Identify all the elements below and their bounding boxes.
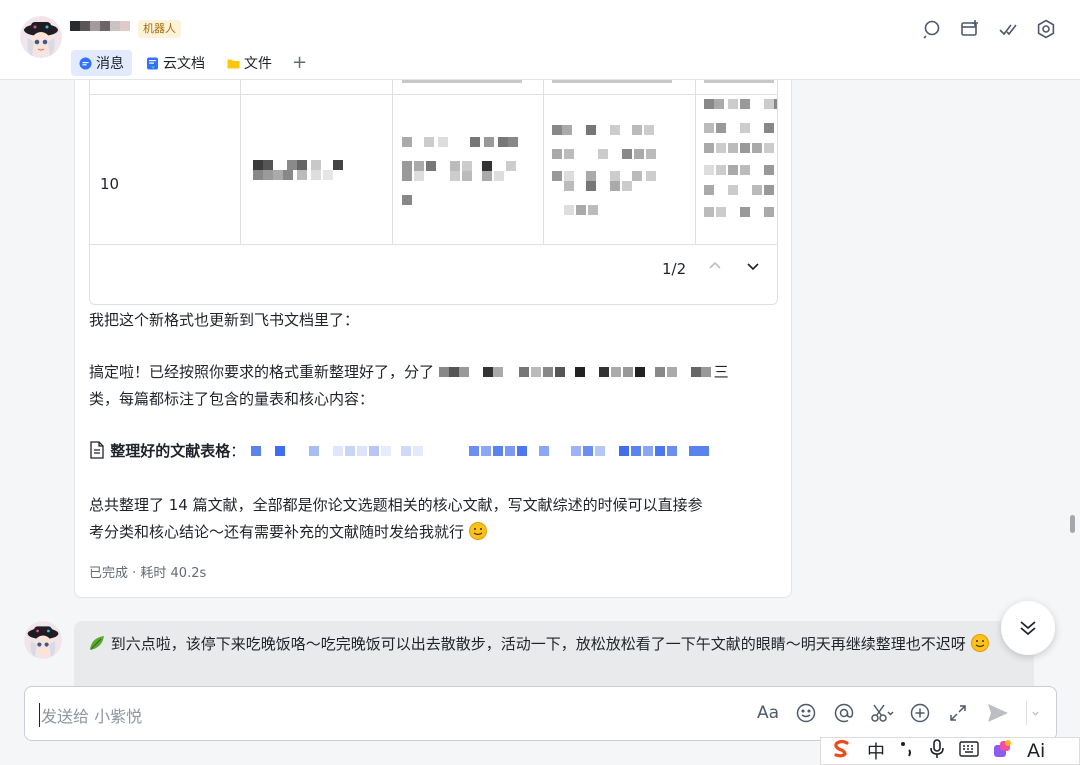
embedded-table: 10 1/2	[89, 80, 778, 305]
message-line: 我把这个新格式也更新到飞书文档里了：	[89, 311, 360, 329]
tab-label: 消息	[96, 56, 124, 72]
chat-window: 机器人 消息 云文档 文件 + 10 1/2 我把这个新格式也更新到飞书文档里了…	[0, 0, 1080, 765]
message-text: 类，每篇都标注了包含的量表和核心内容：	[89, 390, 375, 408]
smile-emoji-icon	[970, 634, 989, 659]
doc-link-line: 整理好的文献表格：	[89, 438, 779, 468]
column-divider	[695, 80, 696, 244]
folder-icon	[227, 57, 240, 70]
column-divider	[392, 80, 393, 244]
message-input[interactable]: 发送给 小紫悦 Aa	[24, 686, 1057, 741]
add-tab-button[interactable]: +	[286, 50, 313, 76]
scissors-icon[interactable]	[870, 701, 894, 725]
double-chevron-down-icon	[1020, 621, 1036, 636]
expand-icon[interactable]	[946, 701, 970, 725]
message-text: 总共整理了 14 篇文献，全部都是你论文选题相关的核心文献，写文献综述的时候可以…	[89, 496, 703, 514]
column-divider	[543, 80, 544, 244]
ime-ai-button[interactable]: Ai	[1027, 740, 1045, 762]
text-format-icon[interactable]: Aa	[756, 701, 780, 725]
scrollbar-thumb[interactable]	[1070, 515, 1075, 533]
document-icon	[89, 441, 105, 468]
add-tab-icon[interactable]	[958, 17, 982, 41]
redacted-doc-link[interactable]	[250, 445, 721, 458]
punctuation-icon[interactable]	[899, 740, 915, 763]
tab-messages[interactable]: 消息	[71, 50, 132, 76]
ime-language-toggle[interactable]: 中	[867, 738, 885, 764]
scroll-to-bottom-button[interactable]	[1001, 601, 1055, 655]
settings-icon[interactable]	[1034, 17, 1058, 41]
header-actions	[920, 17, 1058, 41]
emoji-icon[interactable]	[794, 701, 818, 725]
leaf-emoji-icon	[88, 634, 106, 659]
smile-emoji-icon	[468, 522, 487, 549]
tab-files[interactable]: 文件	[219, 50, 280, 76]
doc-icon	[146, 57, 159, 70]
message-paragraph: 总共整理了 14 篇文献，全部都是你论文选题相关的核心文献，写文献综述的时候可以…	[89, 492, 779, 549]
doc-label: 整理好的文献表格	[110, 442, 231, 460]
add-circle-icon[interactable]	[908, 701, 932, 725]
tab-label: 云文档	[163, 56, 205, 72]
tab-cloud-docs[interactable]: 云文档	[138, 50, 213, 76]
skin-icon[interactable]	[993, 739, 1013, 764]
redacted-categories	[438, 366, 711, 379]
column-divider	[240, 80, 241, 244]
message-text: 搞定啦！已经按照你要求的格式重新整理好了，分了	[89, 363, 435, 381]
chat-name-redacted	[70, 21, 130, 31]
table-header-cut	[90, 80, 777, 94]
doc-colon: ：	[230, 442, 246, 460]
send-icon[interactable]	[984, 701, 1012, 725]
page-indicator: 1/2	[662, 260, 687, 278]
completion-status: 已完成 · 耗时 40.2s	[89, 566, 207, 581]
message-text: 考分类和核心结论～还有需要补充的文献随时发给我就行	[89, 523, 465, 541]
bot-badge: 机器人	[138, 20, 181, 38]
keyboard-icon[interactable]	[959, 740, 979, 762]
table-row: 10	[90, 94, 777, 244]
microphone-icon[interactable]	[929, 738, 945, 764]
tab-label: 文件	[244, 56, 272, 72]
chat-icon	[79, 57, 92, 70]
bot-avatar[interactable]	[20, 16, 62, 58]
message-paragraph: 搞定啦！已经按照你要求的格式重新整理好了，分了 三 类，每篇都标注了包含的量表和…	[89, 359, 779, 413]
message-text: 到六点啦，该停下来吃晚饭咯～吃完晚饭可以出去散散步，活动一下，放松放松看了一下午…	[110, 635, 966, 653]
row-number: 10	[100, 175, 120, 193]
input-toolbar: Aa	[756, 701, 1040, 725]
message-bubble: 到六点啦，该停下来吃晚饭咯～吃完晚饭可以出去散散步，活动一下，放松放松看了一下午…	[74, 621, 1034, 691]
chat-header: 机器人 消息 云文档 文件 +	[0, 0, 1080, 80]
message-card: 10 1/2 我把这个新格式也更新到飞书文档里了： 搞定啦！已经按照你要求的格式…	[74, 80, 792, 598]
chevron-down-icon[interactable]	[746, 259, 760, 277]
input-placeholder: 发送给 小紫悦	[39, 703, 142, 727]
mention-icon[interactable]	[832, 701, 856, 725]
chat-tabs: 消息 云文档 文件 +	[71, 50, 313, 76]
search-icon[interactable]	[920, 17, 944, 41]
ime-toolbar: 中 Ai	[820, 737, 1080, 765]
send-options-chevron-icon[interactable]	[1026, 701, 1040, 725]
bot-avatar-small[interactable]	[24, 621, 62, 659]
sogou-logo-icon[interactable]	[831, 738, 853, 765]
chevron-up-icon[interactable]	[708, 259, 722, 277]
checkmark-icon[interactable]	[996, 17, 1020, 41]
message-text: 三	[713, 363, 729, 381]
table-pager: 1/2	[90, 244, 777, 304]
